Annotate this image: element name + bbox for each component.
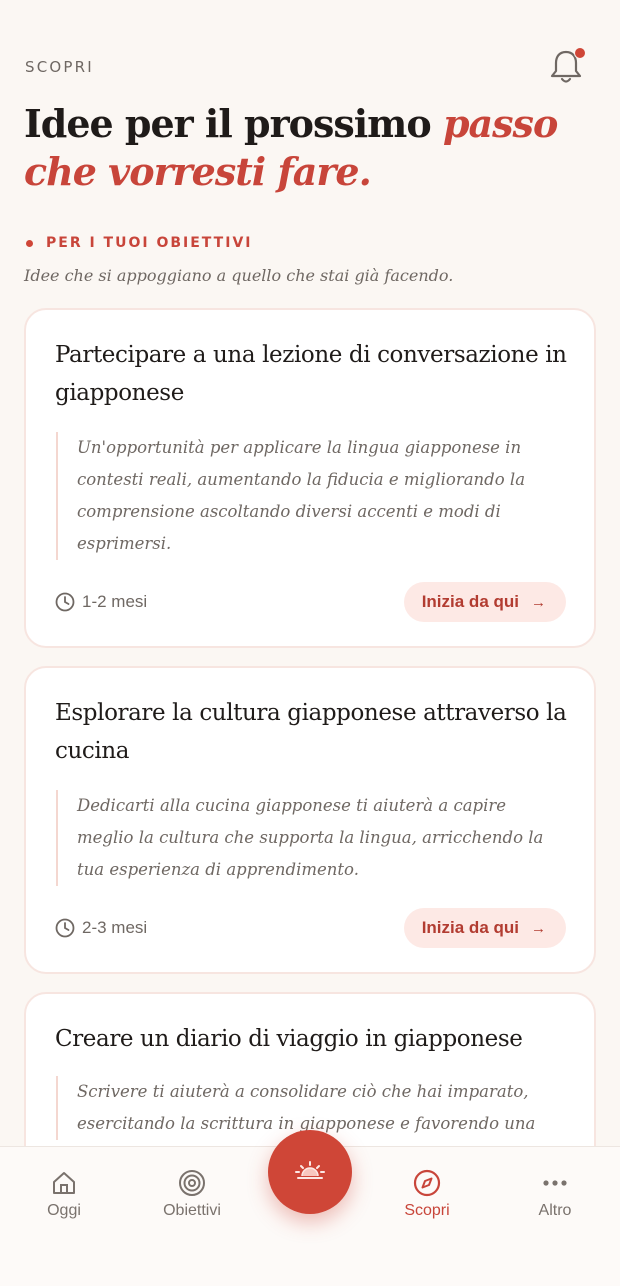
section-bullet: [26, 239, 33, 247]
card-description: Un'opportunità per applicare la lingua g…: [56, 432, 556, 560]
header-label: SCOPRI: [25, 58, 94, 76]
section-label-text: PER I TUOI OBIETTIVI: [46, 235, 253, 251]
title-main: Idee per il prossimo: [24, 101, 443, 146]
sunrise-icon: [295, 1161, 325, 1179]
page-title: Idee per il prossimo passo che vorresti …: [24, 100, 594, 196]
clock-icon: [55, 918, 75, 938]
card-duration: 1-2 mesi: [55, 592, 147, 612]
tab-obiettivi[interactable]: Obiettivi: [142, 1167, 242, 1220]
start-here-button[interactable]: Inizia da qui →: [403, 582, 566, 622]
tab-label: Obiettivi: [163, 1202, 221, 1219]
cta-label: Inizia da qui: [421, 592, 519, 611]
card-description: Dedicarti alla cucina giapponese ti aiut…: [56, 790, 556, 886]
arrow-right-icon: →: [531, 593, 546, 611]
more-icon: [543, 1180, 567, 1186]
duration-text: 2-3 mesi: [82, 918, 148, 937]
card-title: Creare un diario di viaggio in giappones…: [55, 1026, 523, 1052]
card-title: Partecipare a una lezione di conversazio…: [55, 342, 567, 406]
home-icon: [53, 1172, 75, 1194]
arrow-right-icon: →: [531, 919, 546, 937]
card-duration: 2-3 mesi: [55, 918, 147, 938]
tab-scopri[interactable]: Scopri: [377, 1167, 477, 1220]
tab-label: Scopri: [404, 1202, 450, 1219]
tab-altro[interactable]: Altro: [505, 1167, 605, 1220]
notification-dot: [574, 47, 586, 59]
notifications-button[interactable]: [548, 46, 588, 86]
cta-label: Inizia da qui: [421, 918, 519, 937]
tab-label: Oggi: [47, 1202, 81, 1219]
card-title: Esplorare la cultura giapponese attraver…: [55, 700, 567, 764]
section-subtitle: Idee che si appoggiano a quello che stai…: [24, 266, 454, 285]
clock-icon: [55, 592, 75, 612]
tab-label: Altro: [538, 1202, 572, 1219]
compass-icon: [413, 1169, 441, 1197]
suggestion-card[interactable]: Esplorare la cultura giapponese attraver…: [24, 666, 596, 974]
suggestion-card[interactable]: Partecipare a una lezione di conversazio…: [24, 308, 596, 648]
target-icon: [179, 1170, 205, 1196]
center-action-button[interactable]: [268, 1130, 352, 1214]
section-label: PER I TUOI OBIETTIVI: [26, 235, 252, 251]
start-here-button[interactable]: Inizia da qui →: [403, 908, 566, 948]
tab-oggi[interactable]: Oggi: [14, 1167, 114, 1220]
duration-text: 1-2 mesi: [82, 592, 148, 611]
